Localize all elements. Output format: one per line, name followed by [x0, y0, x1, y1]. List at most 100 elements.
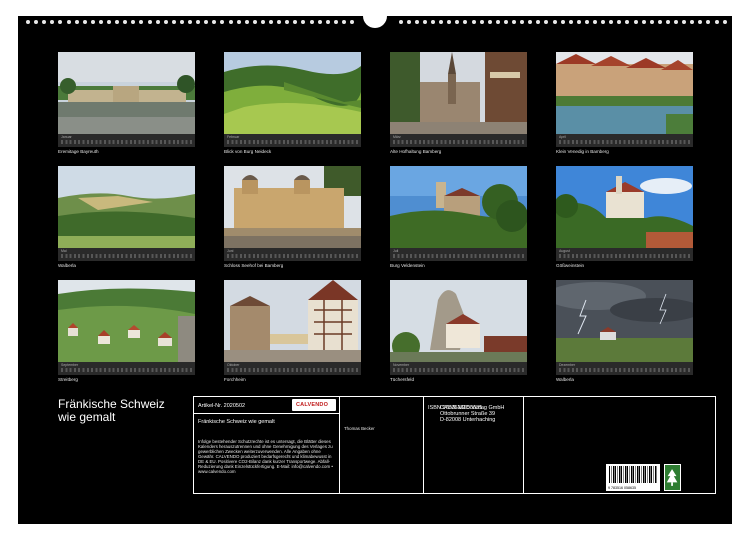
binding-ring — [260, 20, 265, 24]
half-timbered-town-hall-photo — [224, 280, 361, 362]
storm-clouds-photo — [556, 280, 693, 362]
photo-caption: Klein Venedig in Bamberg — [556, 149, 609, 154]
article-number: Artikel-Nr. 2020502 — [198, 403, 246, 409]
imprint-box: Artikel-Nr. 2020502 CALVENDO Fränkische … — [193, 396, 716, 494]
binding-ring — [706, 20, 711, 24]
binding-ring — [447, 20, 452, 24]
binding-ring — [512, 20, 516, 24]
binding-ring — [301, 20, 306, 24]
photo-caption: Tüchersfeld — [390, 377, 415, 382]
green-hills-photo — [224, 52, 361, 134]
binding-ring — [398, 20, 403, 24]
calendar-grid: Januar — [58, 134, 195, 147]
binding-ring — [641, 20, 646, 24]
binding-ring — [74, 20, 79, 24]
imprint-column-author: Thomas Becker — [340, 397, 424, 493]
ean-barcode: 9 783516 058635 — [606, 464, 660, 491]
month-label: März — [393, 135, 401, 139]
calendar-grid: Februar — [224, 134, 361, 147]
calendar-grid: Oktober — [224, 362, 361, 375]
binding-ring — [479, 20, 484, 24]
binding-ring — [155, 20, 160, 24]
photo-caption: Walberla — [556, 377, 574, 382]
photo-caption: Walberla — [58, 263, 76, 268]
binding-ring — [495, 20, 500, 24]
rock-village-photo — [390, 280, 527, 362]
binding-ring — [244, 20, 249, 24]
month-label: Juli — [393, 249, 399, 253]
month-label: Oktober — [227, 363, 240, 367]
binding-ring — [341, 20, 346, 24]
binding-ring — [625, 20, 630, 24]
binding-ring — [439, 20, 444, 24]
baroque-palace-photo — [224, 166, 361, 248]
binding-ring — [309, 20, 314, 24]
binding-ring — [188, 20, 192, 24]
binding-ring — [414, 20, 419, 24]
binding-ring — [269, 20, 273, 24]
binding-ring — [228, 20, 233, 24]
binding-ring — [560, 20, 565, 24]
binding-ring — [520, 20, 525, 24]
binding-ring — [503, 20, 508, 24]
binding-ring — [455, 20, 460, 24]
binding-ring — [722, 20, 727, 24]
month-label: September — [61, 363, 79, 367]
binding-ring — [552, 20, 557, 24]
binding-ring — [58, 20, 63, 24]
binding-ring — [26, 20, 30, 24]
month-label: April — [559, 135, 567, 139]
binding-ring — [601, 20, 606, 24]
binding-ring — [350, 20, 354, 24]
calendar-grid: April — [556, 134, 693, 147]
binding-ring — [66, 20, 71, 24]
binding-ring — [633, 20, 638, 24]
binding-ring — [236, 20, 241, 24]
month-label: Dezember — [559, 363, 576, 367]
month-label: August — [559, 249, 570, 253]
binding-ring — [163, 20, 168, 24]
photo-caption: Blick von Burg Neideck — [224, 149, 272, 154]
binding-ring — [714, 20, 719, 24]
imprint-column-article: Artikel-Nr. 2020502 CALVENDO Fränkische … — [194, 397, 340, 493]
binding-ring — [131, 20, 136, 24]
calendar-grid: September — [58, 362, 195, 375]
binding-ring — [285, 20, 290, 24]
photo-caption: Gößweinstein — [556, 263, 585, 268]
binding-ring — [82, 20, 87, 24]
binding-ring — [463, 20, 468, 24]
binding-ring — [179, 20, 184, 24]
binding-ring — [98, 20, 103, 24]
binding-ring — [665, 20, 670, 24]
binding-ring — [325, 20, 330, 24]
binding-ring — [584, 20, 589, 24]
month-label: Februar — [227, 135, 240, 139]
binding-ring — [107, 20, 111, 24]
binding-ring — [204, 20, 209, 24]
month-label: Januar — [61, 135, 72, 139]
binding-ring — [544, 20, 549, 24]
binding-ring — [123, 20, 128, 24]
valley-village-photo — [58, 280, 195, 362]
photo-caption: Eremitage Bayreuth — [58, 149, 99, 154]
barcode-digits: 9 783516 058635 — [608, 486, 636, 490]
binding-ring — [90, 20, 95, 24]
binding-ring — [617, 20, 622, 24]
title-line-1: Fränkische Schweiz — [58, 397, 165, 411]
binding-ring — [657, 20, 662, 24]
calendar-grid: Dezember — [556, 362, 693, 375]
imprint-column-address: CALVENDO Verlag GmbH Ottobrunner Straße … — [440, 397, 715, 493]
calendar-grid: Mai — [58, 248, 195, 261]
binding-ring — [682, 20, 687, 24]
calvendo-logo: CALVENDO — [292, 399, 336, 411]
binding-ring — [487, 20, 492, 24]
binding-ring — [536, 20, 541, 24]
calendar-title: Fränkische Schweiz wie gemalt — [58, 398, 165, 423]
calendar-sheet: Januar Eremitage Bayreuth Februar Blick … — [18, 14, 732, 524]
hill-castle-photo — [390, 166, 527, 248]
binding-ring — [690, 20, 695, 24]
binding-ring — [277, 20, 282, 24]
month-label: November — [393, 363, 410, 367]
publisher-city: D-82008 Unterhaching — [440, 417, 496, 423]
month-label: Mai — [61, 249, 67, 253]
